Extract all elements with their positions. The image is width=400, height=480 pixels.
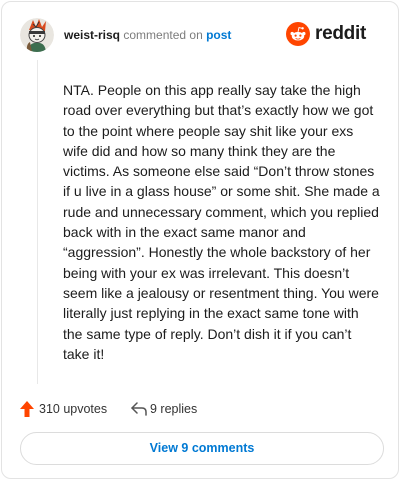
reddit-wordmark: reddit [315, 23, 366, 44]
comment-body: NTA. People on this app really say take … [63, 82, 380, 362]
upvote-count: 310 upvotes [39, 402, 108, 416]
comment-card: weist-risq commented on post reddit NTA.… [1, 1, 399, 479]
commented-on-text: commented on [123, 28, 203, 42]
reddit-brand[interactable]: reddit [286, 22, 382, 46]
thread-line [37, 60, 38, 384]
post-link[interactable]: post [206, 28, 231, 42]
view-comments-button[interactable]: View 9 comments [20, 432, 384, 465]
username[interactable]: weist-risq [64, 28, 120, 42]
comment-header: weist-risq commented on post reddit [20, 18, 384, 52]
reddit-snoo-icon [286, 22, 310, 46]
reply-arrow-icon [131, 402, 147, 416]
comment-meta: weist-risq commented on post [64, 28, 231, 42]
avatar[interactable] [20, 18, 54, 52]
avatar-icon [20, 18, 54, 52]
upvote-arrow-icon [20, 401, 34, 417]
comment-actions: 310 upvotes 9 replies [20, 399, 380, 419]
reply-count: 9 replies [150, 402, 198, 416]
